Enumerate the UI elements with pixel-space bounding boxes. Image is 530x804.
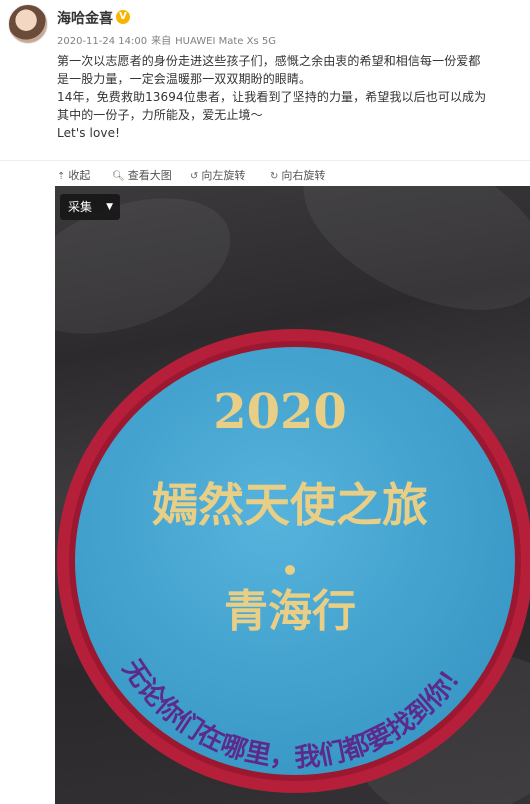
rotate-left-icon: ↺ [190, 171, 199, 182]
device-source: HUAWEI Mate Xs 5G [175, 36, 276, 47]
patch-year: 2020 [213, 384, 347, 440]
post-text-line: 14年，免费救助13694位患者，让我看到了坚持的力量，希望我以后也可以成为 [57, 90, 487, 104]
post-text-line: 其中的一份子，力所能及，爱无止境～ [57, 108, 263, 122]
username[interactable]: 海哈金喜 [57, 8, 113, 28]
verified-badge-icon: V [116, 10, 130, 24]
rotate-right-label: 向右旋转 [281, 169, 326, 182]
post-text-line: 是一股力量，一定会温暖那一双双期盼的眼睛。 [57, 72, 312, 86]
post-body: 第一次以志愿者的身份走进这些孩子们，感慨之余由衷的希望和相信每一份爱都 是一股力… [57, 52, 523, 142]
caret-down-icon: ▼ [106, 202, 113, 212]
rotate-left-button[interactable]: ↺ 向左旋转 [190, 167, 245, 183]
view-large-button[interactable]: 🔍︎ 查看大图 [112, 167, 172, 183]
post-text-line: 第一次以志愿者的身份走进这些孩子们，感慨之余由衷的希望和相信每一份爱都 [57, 54, 481, 68]
rotate-left-label: 向左旋转 [201, 169, 246, 182]
embroidered-patch: 2020 嫣然天使之旅 青海行 无论你们在哪里，我们都要找到你！ [57, 329, 530, 793]
avatar[interactable] [8, 4, 48, 44]
rotate-right-icon: ↻ [270, 171, 279, 182]
patch-title: 嫣然天使之旅 [152, 478, 428, 532]
collapse-button[interactable]: ⇡ 收起 [57, 167, 90, 183]
post-text-line: Let's love! [57, 126, 120, 140]
magnifier-icon: 🔍︎ [112, 171, 125, 182]
view-large-label: 查看大图 [127, 169, 172, 182]
post-photo[interactable]: 2020 嫣然天使之旅 青海行 无论你们在哪里，我们都要找到你！ [55, 186, 530, 804]
post-header: 海哈金喜 V 2020-11-24 14:00 来自 HUAWEI Mate Xs … [0, 0, 530, 56]
post-meta: 2020-11-24 14:00 来自 HUAWEI Mate Xs 5G [57, 32, 280, 47]
patch-dot [285, 565, 295, 575]
collapse-label: 收起 [68, 169, 91, 182]
collect-button[interactable]: 采集 ▼ [60, 194, 120, 220]
collapse-arrow-icon: ⇡ [57, 171, 66, 182]
image-toolbar: ⇡ 收起 🔍︎ 查看大图 ↺ 向左旋转 ↻ 向右旋转 [0, 160, 530, 187]
patch-subtitle: 青海行 [224, 586, 356, 637]
rotate-right-button[interactable]: ↻ 向右旋转 [270, 167, 325, 183]
source-prefix: 来自 [151, 36, 172, 47]
post-timestamp[interactable]: 2020-11-24 14:00 [57, 36, 147, 47]
collect-label: 采集 [68, 200, 93, 214]
